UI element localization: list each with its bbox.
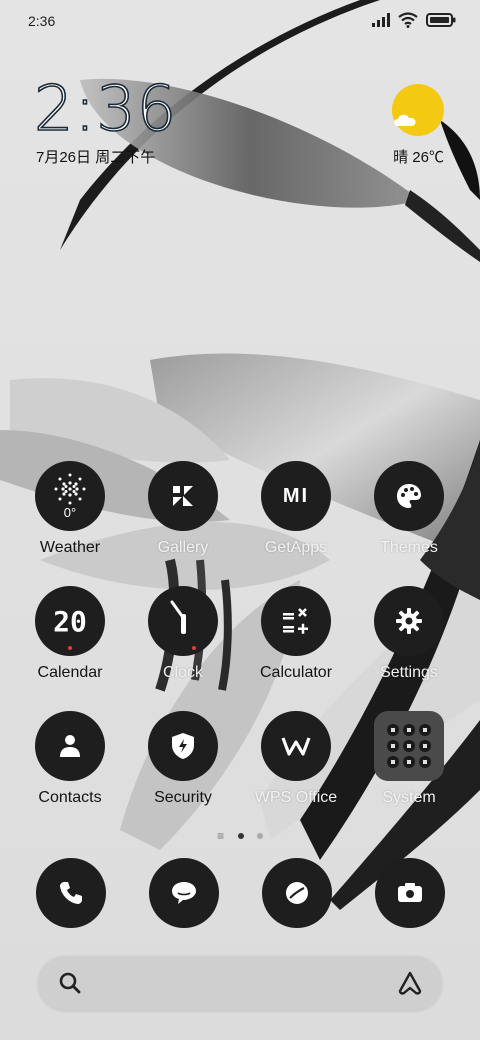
app-label: GetApps [264,539,328,556]
sun-cloud-icon [394,114,416,126]
status-icons [372,12,456,28]
search-icon[interactable] [58,971,82,995]
app-calendar[interactable]: 20 Calendar [20,586,120,682]
shield-icon [148,711,218,781]
gear-icon [374,586,444,656]
browser-icon [286,882,308,904]
camera-icon [398,883,422,902]
wifi-icon [398,12,418,28]
weather-dots-icon [54,473,86,505]
page-dot-active [237,832,244,839]
dock-camera[interactable] [375,858,445,928]
page-dot [256,832,263,839]
palette-icon [374,461,444,531]
status-bar: 2:36 [0,0,480,44]
list-icon: ≡ [217,828,225,843]
app-label: Clock [162,664,203,681]
app-label: Weather [39,539,101,556]
getapps-icon: MI [261,461,331,531]
gallery-icon [148,461,218,531]
app-label: Calendar [37,664,103,681]
clock-icon [148,586,218,656]
app-label: System [382,789,436,806]
assistant-icon[interactable] [396,969,424,997]
calendar-day: 20 [53,604,87,638]
getapps-glyph: MI [282,484,310,507]
app-wps-office[interactable]: WPS Office [246,711,346,807]
message-icon [172,882,196,904]
folder-icon [374,711,444,781]
home-screen: 2:36 2:36 7月26日 周二下午 晴 26℃ 0° Weather Ga… [0,0,480,1040]
contacts-icon [35,711,105,781]
clock-widget-date[interactable]: 7月26日 周二下午 [36,146,155,167]
app-label: Themes [380,539,438,556]
notification-dot [68,646,72,650]
notification-dot [192,646,196,650]
weather-icon: 0° [35,461,105,531]
app-calculator[interactable]: Calculator [246,586,346,682]
app-getapps[interactable]: MI GetApps [246,461,346,557]
signal-icon [372,13,390,27]
app-themes[interactable]: Themes [359,461,459,557]
status-time: 2:36 [28,13,56,29]
app-label: WPS Office [254,789,338,806]
clock-widget-time[interactable]: 2:36 [33,77,177,141]
app-gallery[interactable]: Gallery [133,461,233,557]
calculator-icon [261,586,331,656]
battery-icon [426,13,456,27]
app-security[interactable]: Security [133,711,233,807]
search-bar[interactable] [38,956,442,1010]
dock-phone[interactable] [36,858,106,928]
app-settings[interactable]: Settings [359,586,459,682]
app-weather[interactable]: 0° Weather [20,461,120,557]
dock-browser[interactable] [262,858,332,928]
weather-summary[interactable]: 晴 26℃ [393,146,444,167]
dock-messages[interactable] [149,858,219,928]
page-indicator[interactable]: ≡ [0,828,480,843]
app-label: Gallery [157,539,209,556]
weather-temp-badge: 0° [63,505,77,520]
phone-icon [60,882,82,904]
weather-widget[interactable] [392,84,444,136]
app-system-folder[interactable]: System [359,711,459,807]
app-contacts[interactable]: Contacts [20,711,120,807]
calendar-icon: 20 [35,586,105,656]
wps-icon [261,711,331,781]
app-label: Settings [380,664,438,681]
app-label: Contacts [38,789,102,806]
app-clock[interactable]: Clock [133,586,233,682]
app-label: Security [154,789,212,806]
app-label: Calculator [259,664,333,681]
